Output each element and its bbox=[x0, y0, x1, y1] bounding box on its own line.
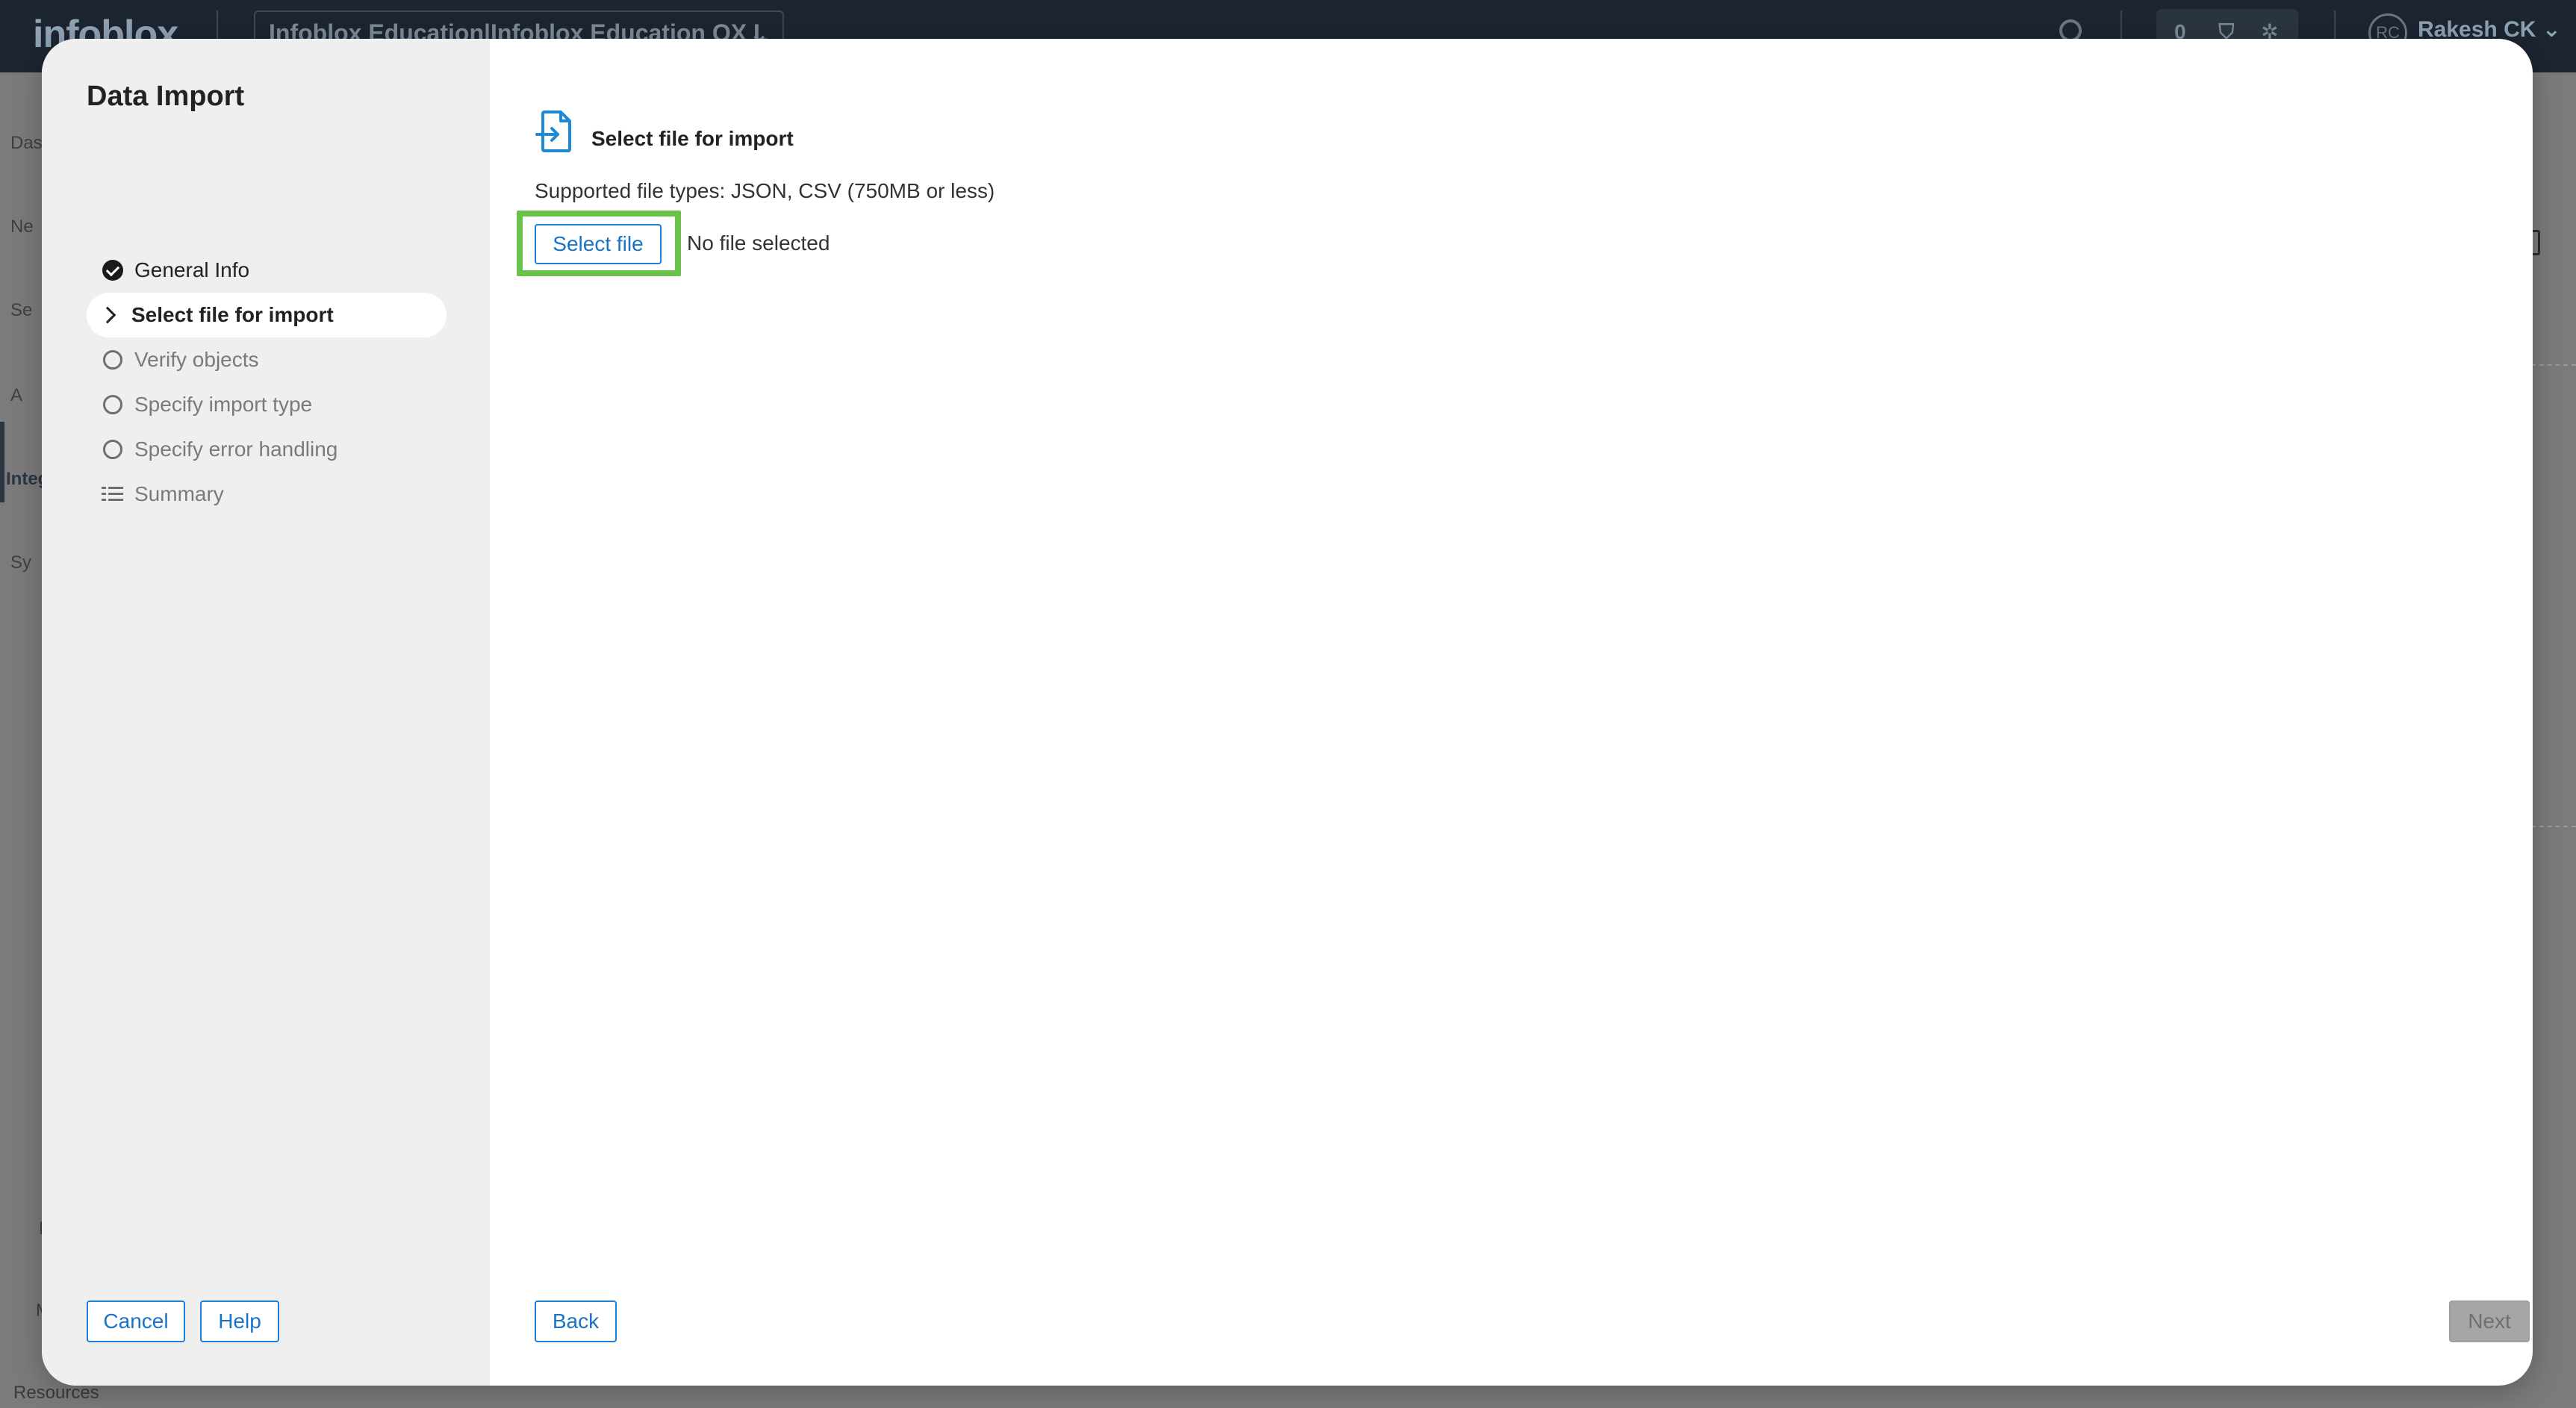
list-check-icon bbox=[102, 483, 124, 505]
step-label: General Info bbox=[134, 258, 250, 281]
dialog-title: Data Import bbox=[87, 81, 245, 112]
wizard-steps: General Info Select file for import Veri… bbox=[87, 248, 447, 517]
circle-icon bbox=[102, 349, 124, 371]
step-label: Select file for import bbox=[131, 303, 334, 326]
circle-icon bbox=[102, 393, 124, 416]
select-file-button[interactable]: Select file bbox=[535, 224, 662, 264]
cancel-button[interactable]: Cancel bbox=[87, 1300, 185, 1342]
step-label: Verify objects bbox=[134, 348, 259, 371]
chevron-right-icon bbox=[99, 304, 121, 326]
section-title: Select file for import bbox=[591, 127, 794, 150]
sidebar-active-indicator bbox=[0, 422, 4, 502]
step-import-type[interactable]: Specify import type bbox=[87, 382, 447, 427]
circle-icon bbox=[102, 438, 124, 461]
step-label: Specify import type bbox=[134, 393, 313, 416]
sidebar-item-fragment: Sy bbox=[10, 552, 32, 573]
background-panel bbox=[2531, 364, 2576, 827]
wizard-steps-pane: Data Import General Info Select file for… bbox=[42, 39, 490, 1386]
chevron-down-icon: ⌄ bbox=[2542, 17, 2561, 42]
check-circle-icon bbox=[102, 259, 124, 281]
back-button[interactable]: Back bbox=[535, 1300, 617, 1342]
step-general-info[interactable]: General Info bbox=[87, 248, 447, 293]
file-import-icon bbox=[535, 110, 571, 152]
sidebar-item-fragment: Ne bbox=[10, 217, 34, 237]
step-verify-objects[interactable]: Verify objects bbox=[87, 337, 447, 382]
step-summary[interactable]: Summary bbox=[87, 472, 447, 517]
help-button[interactable]: Help bbox=[200, 1300, 279, 1342]
next-button[interactable]: Next bbox=[2449, 1300, 2530, 1342]
sidebar-resources: Resources bbox=[13, 1383, 99, 1403]
step-error-handling[interactable]: Specify error handling bbox=[87, 427, 447, 472]
sidebar-item-fragment: Das bbox=[10, 133, 43, 153]
data-import-dialog: Data Import General Info Select file for… bbox=[42, 39, 2533, 1386]
supported-file-types: Supported file types: JSON, CSV (750MB o… bbox=[535, 179, 995, 202]
step-label: Summary bbox=[134, 482, 224, 505]
sidebar-item-fragment: Se bbox=[10, 300, 33, 320]
step-select-file[interactable]: Select file for import bbox=[87, 293, 447, 337]
file-status: No file selected bbox=[687, 231, 830, 255]
step-label: Specify error handling bbox=[134, 437, 338, 461]
wizard-content-pane: Select file for import Supported file ty… bbox=[490, 39, 2533, 1386]
sidebar-item-fragment: A bbox=[10, 385, 23, 405]
